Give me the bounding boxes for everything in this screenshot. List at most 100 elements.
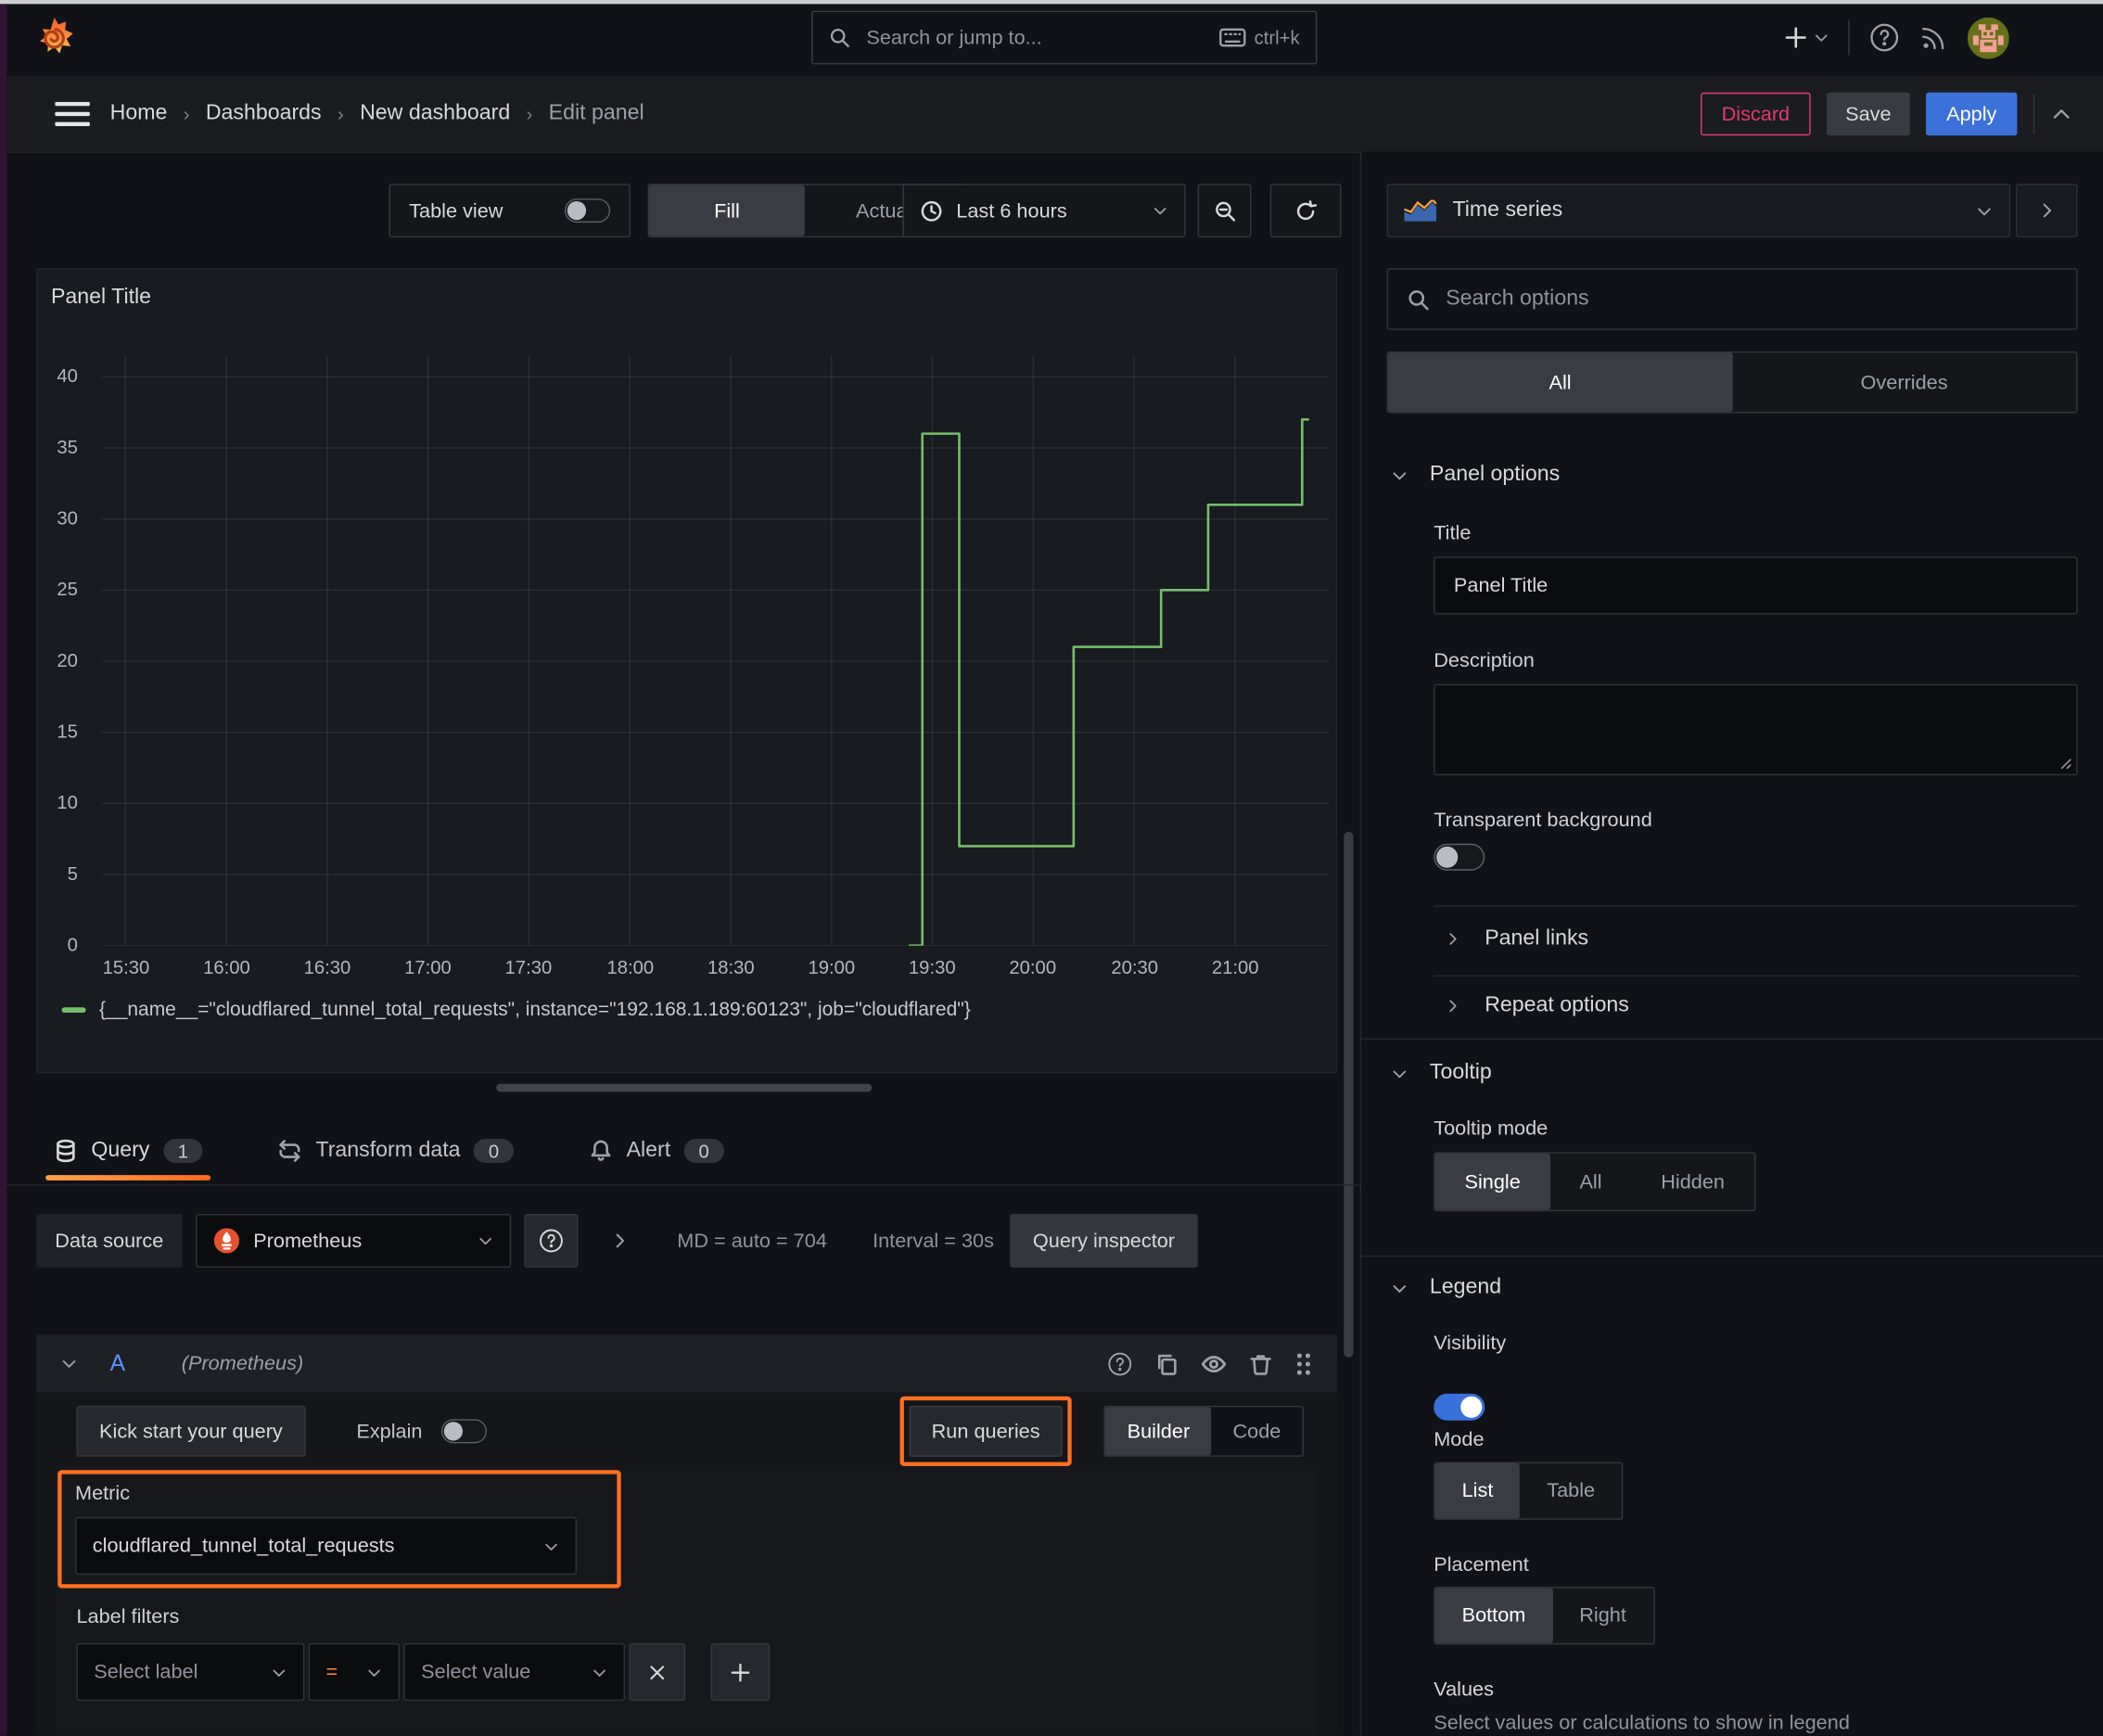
chevron-down-icon — [479, 1237, 491, 1245]
legend-list-option[interactable]: List — [1434, 1463, 1521, 1519]
left-pane-scrollbar[interactable] — [1344, 831, 1354, 1358]
run-queries-button[interactable]: Run queries — [909, 1405, 1064, 1457]
query-help-icon[interactable] — [1106, 1350, 1133, 1377]
remove-filter-button[interactable] — [629, 1642, 686, 1702]
discard-button[interactable]: Discard — [1701, 92, 1811, 136]
visualization-picker[interactable]: Time series — [1386, 184, 2011, 238]
tab-alert-label: Alert — [626, 1138, 671, 1161]
query-editor-body: Metric cloudflared_tunnel_total_requests… — [55, 1465, 1316, 1736]
fill-option[interactable]: Fill — [649, 185, 805, 236]
query-inspector-button[interactable]: Query inspector — [1010, 1214, 1198, 1268]
breadcrumb-home[interactable]: Home — [110, 102, 168, 126]
breadcrumb-dashboards[interactable]: Dashboards — [206, 102, 322, 126]
legend-header[interactable]: Legend — [1391, 1276, 1501, 1300]
new-menu-button[interactable] — [1784, 25, 1829, 49]
chevron-down-icon — [1153, 208, 1166, 215]
chevron-down-icon — [1815, 34, 1828, 42]
transform-icon — [279, 1139, 301, 1162]
query-header[interactable]: A (Prometheus) — [36, 1334, 1338, 1393]
time-range-picker[interactable]: Last 6 hours — [902, 184, 1186, 238]
options-search-input[interactable] — [1443, 286, 2058, 313]
tab-query[interactable]: Query 1 — [45, 1116, 211, 1184]
panel-links-header[interactable]: Panel links — [1445, 926, 1588, 951]
y-axis-labels: 0 5 10 15 20 25 30 35 40 — [57, 364, 78, 955]
description-textarea[interactable] — [1434, 683, 2078, 776]
time-range-label: Last 6 hours — [956, 198, 1067, 223]
menu-toggle[interactable] — [55, 101, 90, 126]
builder-option[interactable]: Builder — [1105, 1407, 1212, 1456]
select-value-dropdown[interactable]: Select value — [403, 1642, 626, 1702]
options-search[interactable] — [1386, 268, 2078, 330]
series-label[interactable]: {__name__="cloudflared_tunnel_total_requ… — [99, 1000, 971, 1021]
operator-dropdown[interactable]: = — [308, 1642, 401, 1702]
tab-alert[interactable]: Alert 0 — [589, 1138, 724, 1163]
legend-table-option[interactable]: Table — [1520, 1463, 1622, 1518]
delete-query-icon[interactable] — [1249, 1351, 1273, 1375]
tooltip-hidden-option[interactable]: Hidden — [1631, 1154, 1753, 1210]
add-filter-button[interactable] — [710, 1642, 771, 1702]
select-label-placeholder: Select label — [94, 1660, 198, 1684]
tab-query-count: 1 — [162, 1138, 203, 1163]
filter-all-option[interactable]: All — [1388, 352, 1733, 413]
header-divider — [2033, 94, 2035, 134]
resize-grip-icon[interactable] — [2058, 757, 2071, 770]
query-toolbar: Kick start your query Explain Run querie… — [76, 1396, 1304, 1466]
datasource-picker[interactable]: Prometheus — [195, 1214, 511, 1268]
collapse-options-button[interactable] — [2015, 184, 2078, 238]
repeat-options-header[interactable]: Repeat options — [1445, 994, 1629, 1018]
tab-alert-count: 0 — [683, 1138, 724, 1163]
tab-transform[interactable]: Transform data 0 — [278, 1138, 515, 1163]
refresh-button[interactable] — [1269, 184, 1342, 238]
collapse-query-icon[interactable] — [60, 1355, 78, 1372]
apply-button[interactable]: Apply — [1926, 92, 2018, 136]
explain-toggle[interactable] — [440, 1419, 487, 1444]
metric-highlight: Metric cloudflared_tunnel_total_requests — [57, 1470, 621, 1589]
tab-transform-label: Transform data — [315, 1138, 461, 1161]
news-rss-icon[interactable] — [1919, 23, 1949, 53]
expand-stats-icon[interactable] — [610, 1232, 629, 1250]
tooltip-header[interactable]: Tooltip — [1391, 1061, 1492, 1085]
table-view-control: Table view — [389, 184, 631, 238]
zoom-out-button[interactable] — [1197, 184, 1252, 238]
pane-resize-handle[interactable] — [496, 1083, 873, 1092]
tooltip-single-option[interactable]: Single — [1434, 1153, 1550, 1210]
datasource-help-button[interactable] — [524, 1214, 579, 1268]
filter-overrides-option[interactable]: Overrides — [1732, 352, 2076, 412]
tooltip-all-option[interactable]: All — [1550, 1154, 1632, 1210]
timeseries-viz-icon — [1404, 198, 1437, 221]
legend-right-option[interactable]: Right — [1552, 1589, 1653, 1643]
global-search[interactable]: ctrl+k — [811, 10, 1318, 65]
legend-values-hint: Select values or calculations to show in… — [1434, 1711, 1850, 1735]
help-icon[interactable] — [1868, 21, 1901, 54]
save-button[interactable]: Save — [1827, 92, 1910, 136]
legend-mode-switch: List Table — [1434, 1462, 1624, 1520]
panel-options-header[interactable]: Panel options — [1391, 463, 1560, 487]
grafana-logo[interactable] — [32, 16, 77, 60]
kickstart-button[interactable]: Kick start your query — [76, 1405, 306, 1457]
panel-title[interactable]: Panel Title — [51, 286, 151, 310]
chevron-down-icon — [1978, 207, 1991, 215]
table-view-toggle[interactable] — [564, 198, 611, 223]
topbar-divider — [1848, 19, 1850, 56]
panel-title-input[interactable] — [1434, 556, 2078, 615]
legend-bottom-option[interactable]: Bottom — [1434, 1588, 1553, 1643]
chart-plot[interactable] — [101, 355, 1330, 946]
collapse-header-icon[interactable] — [2051, 103, 2072, 124]
drag-handle-icon[interactable] — [1294, 1350, 1313, 1377]
code-option[interactable]: Code — [1211, 1407, 1302, 1455]
chevron-down-icon — [1393, 1069, 1407, 1078]
breadcrumb-new-dashboard[interactable]: New dashboard — [360, 102, 510, 126]
metric-select[interactable]: cloudflared_tunnel_total_requests — [74, 1516, 577, 1576]
select-label-dropdown[interactable]: Select label — [76, 1642, 305, 1702]
user-avatar[interactable] — [1967, 17, 2009, 58]
breadcrumb-edit-panel: Edit panel — [548, 101, 644, 125]
legend-visibility-toggle[interactable] — [1434, 1393, 1485, 1421]
search-shortcut: ctrl+k — [1254, 26, 1300, 49]
search-input[interactable] — [863, 24, 1206, 51]
duplicate-query-icon[interactable] — [1154, 1351, 1179, 1375]
label-filters-label: Label filters — [76, 1605, 180, 1628]
chevron-down-icon — [1393, 1284, 1407, 1293]
toggle-visibility-icon[interactable] — [1201, 1350, 1228, 1377]
transparent-bg-toggle[interactable] — [1434, 843, 1485, 871]
window-top-edge — [0, 0, 2103, 5]
